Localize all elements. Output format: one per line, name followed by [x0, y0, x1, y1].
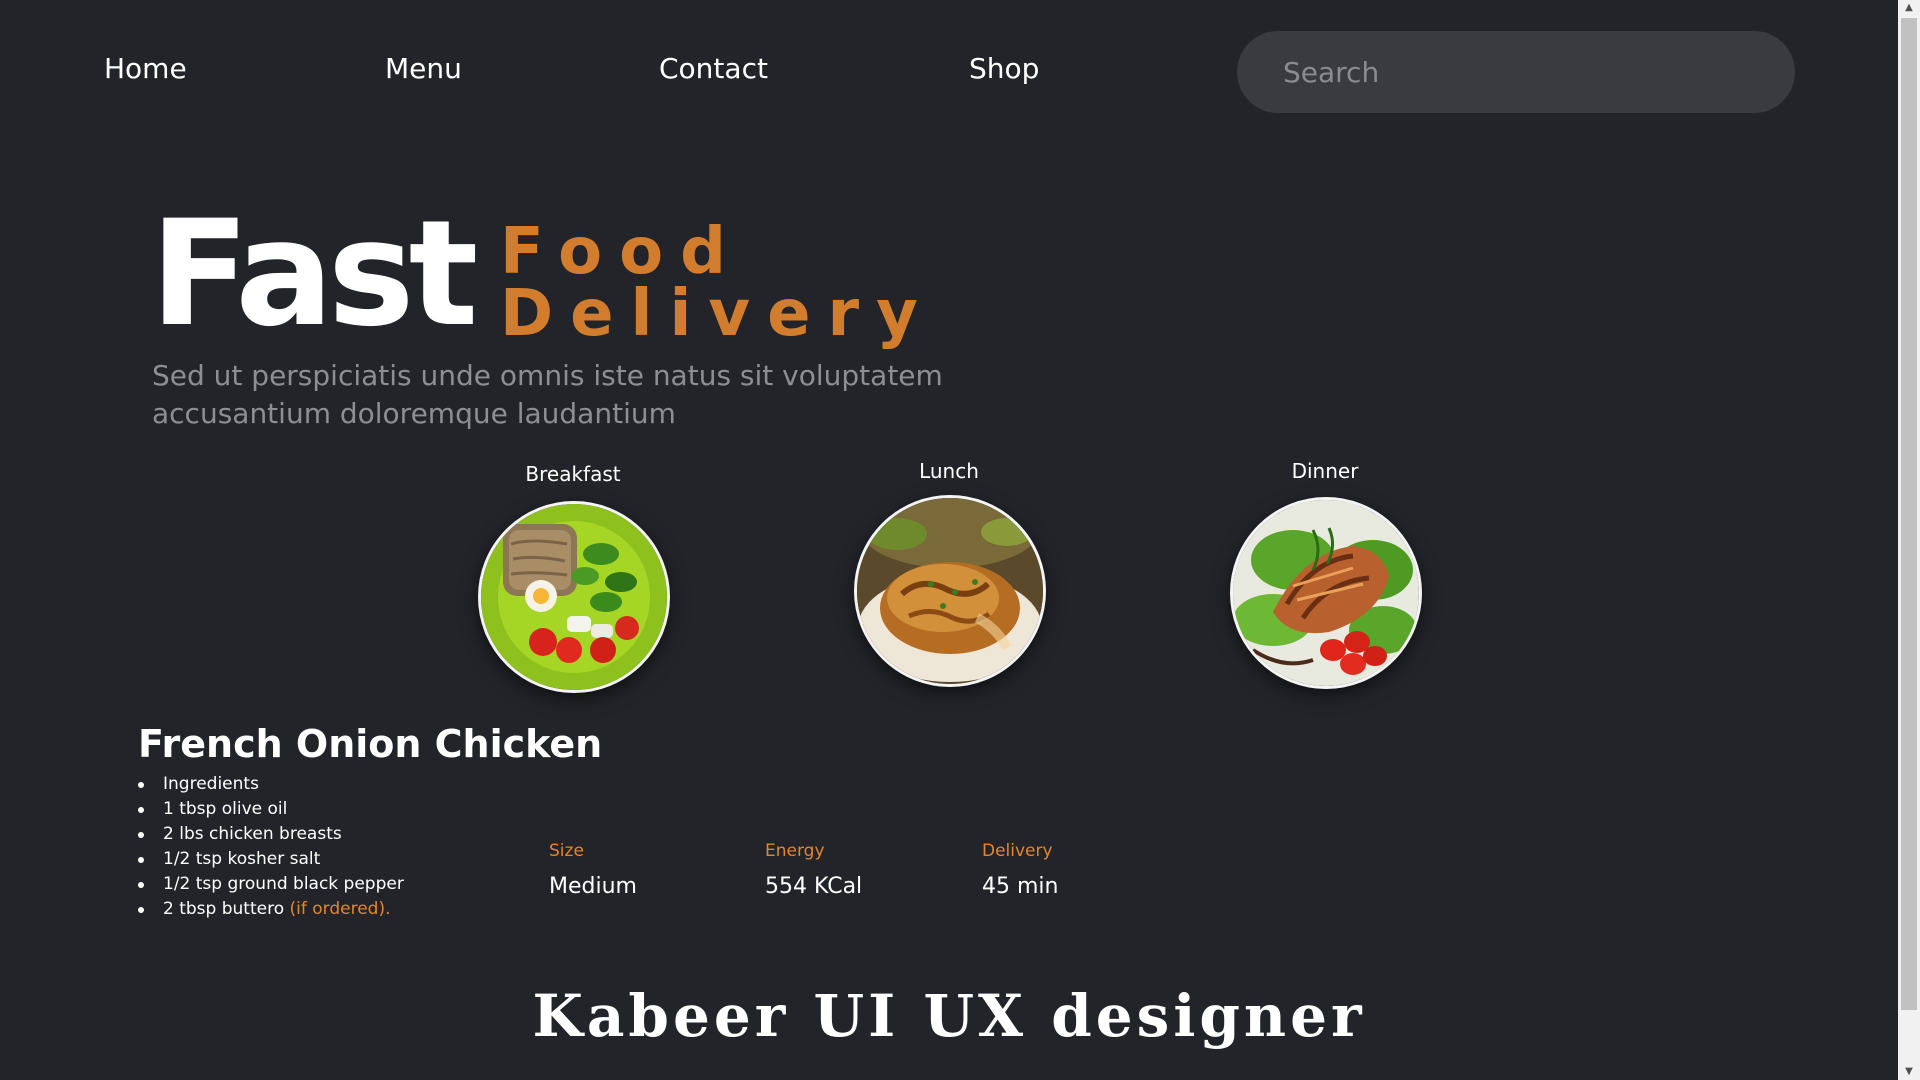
stat-size-value: Medium	[549, 874, 637, 899]
ingredient-item: 1 tbsp olive oil	[138, 797, 404, 822]
nav-shop-link[interactable]: Shop	[969, 52, 1039, 85]
landing-page: Home Menu Contact Shop Fast Food Deliver…	[0, 0, 1920, 1080]
scroll-down-arrow-icon[interactable]: ▼	[1898, 1064, 1920, 1080]
breakfast-plate-icon	[481, 504, 667, 690]
lunch-plate-image[interactable]	[854, 495, 1046, 687]
hero-description: Sed ut perspiciatis unde omnis iste natu…	[152, 359, 943, 430]
search-input[interactable]	[1237, 31, 1795, 113]
recipe-title: French Onion Chicken	[138, 722, 603, 766]
hero-subtitle-food: Food	[500, 215, 743, 289]
ingredient-item: Ingredients	[138, 772, 404, 797]
nav-menu-link[interactable]: Menu	[385, 52, 462, 85]
ingredient-item: 2 tbsp buttero (if ordered).	[138, 897, 404, 922]
nav-contact-link[interactable]: Contact	[659, 52, 768, 85]
breakfast-plate-image[interactable]	[478, 501, 670, 693]
dinner-plate-icon	[1233, 500, 1419, 686]
nav-home-link[interactable]: Home	[104, 52, 187, 85]
meal-label-dinner: Dinner	[1291, 459, 1359, 483]
designer-credit: Kabeer UI UX designer	[532, 982, 1366, 1050]
ingredient-note: (if ordered).	[289, 899, 391, 919]
lunch-plate-icon	[857, 498, 1043, 684]
scroll-up-arrow-icon[interactable]: ▲	[1898, 0, 1920, 16]
ingredient-item: 1/2 tsp kosher salt	[138, 847, 404, 872]
meal-label-lunch: Lunch	[919, 459, 979, 483]
stat-energy-value: 554 KCal	[765, 874, 863, 899]
dinner-plate-image[interactable]	[1230, 497, 1422, 689]
ingredient-item: 2 lbs chicken breasts	[138, 822, 404, 847]
stat-delivery-value: 45 min	[982, 874, 1059, 899]
scroll-thumb[interactable]	[1901, 18, 1917, 1010]
meal-label-breakfast: Breakfast	[525, 462, 621, 486]
stat-size-label: Size	[549, 841, 584, 861]
stat-energy-label: Energy	[765, 841, 825, 861]
vertical-scrollbar[interactable]: ▲ ▼	[1898, 0, 1920, 1080]
ingredients-list: Ingredients 1 tbsp olive oil 2 lbs chick…	[138, 772, 404, 922]
hero-subtitle-delivery: Delivery	[500, 277, 935, 351]
stat-delivery-label: Delivery	[982, 841, 1053, 861]
hero-title: Fast	[150, 189, 478, 359]
ingredient-item: 1/2 tsp ground black pepper	[138, 872, 404, 897]
